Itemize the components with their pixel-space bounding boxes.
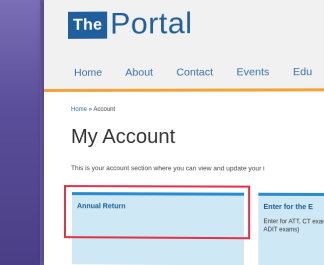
enter-exams-description: Enter for ATT, CT exams, or any AI ADIT … [263,219,324,234]
nav-home[interactable]: Home [74,67,102,79]
enter-exams-card[interactable]: Enter for the E Enter for ATT, CT exams,… [258,192,324,265]
web-page: The Portal Home About Contact Events Edu… [44,0,324,265]
page-title: My Account [71,125,176,149]
page-intro: This is your account section where you c… [71,165,265,173]
site-header: The Portal Home About Contact Events Edu [44,0,324,92]
nav-contact[interactable]: Contact [176,66,213,78]
breadcrumb-home[interactable]: Home [71,107,87,113]
background [0,0,40,265]
nav-education[interactable]: Edu [293,66,312,78]
highlight-box [63,185,251,240]
nav-about[interactable]: About [125,67,153,79]
main-nav: Home About Contact Events Edu [74,66,312,79]
logo-text: Portal [110,6,193,41]
breadcrumb-current: Account [93,106,116,113]
logo-box: The [68,11,108,39]
nav-events[interactable]: Events [237,66,270,78]
enter-exams-title[interactable]: Enter for the E [263,204,313,211]
site-logo[interactable]: The Portal [68,6,193,41]
breadcrumb: Home » Account [71,107,115,113]
